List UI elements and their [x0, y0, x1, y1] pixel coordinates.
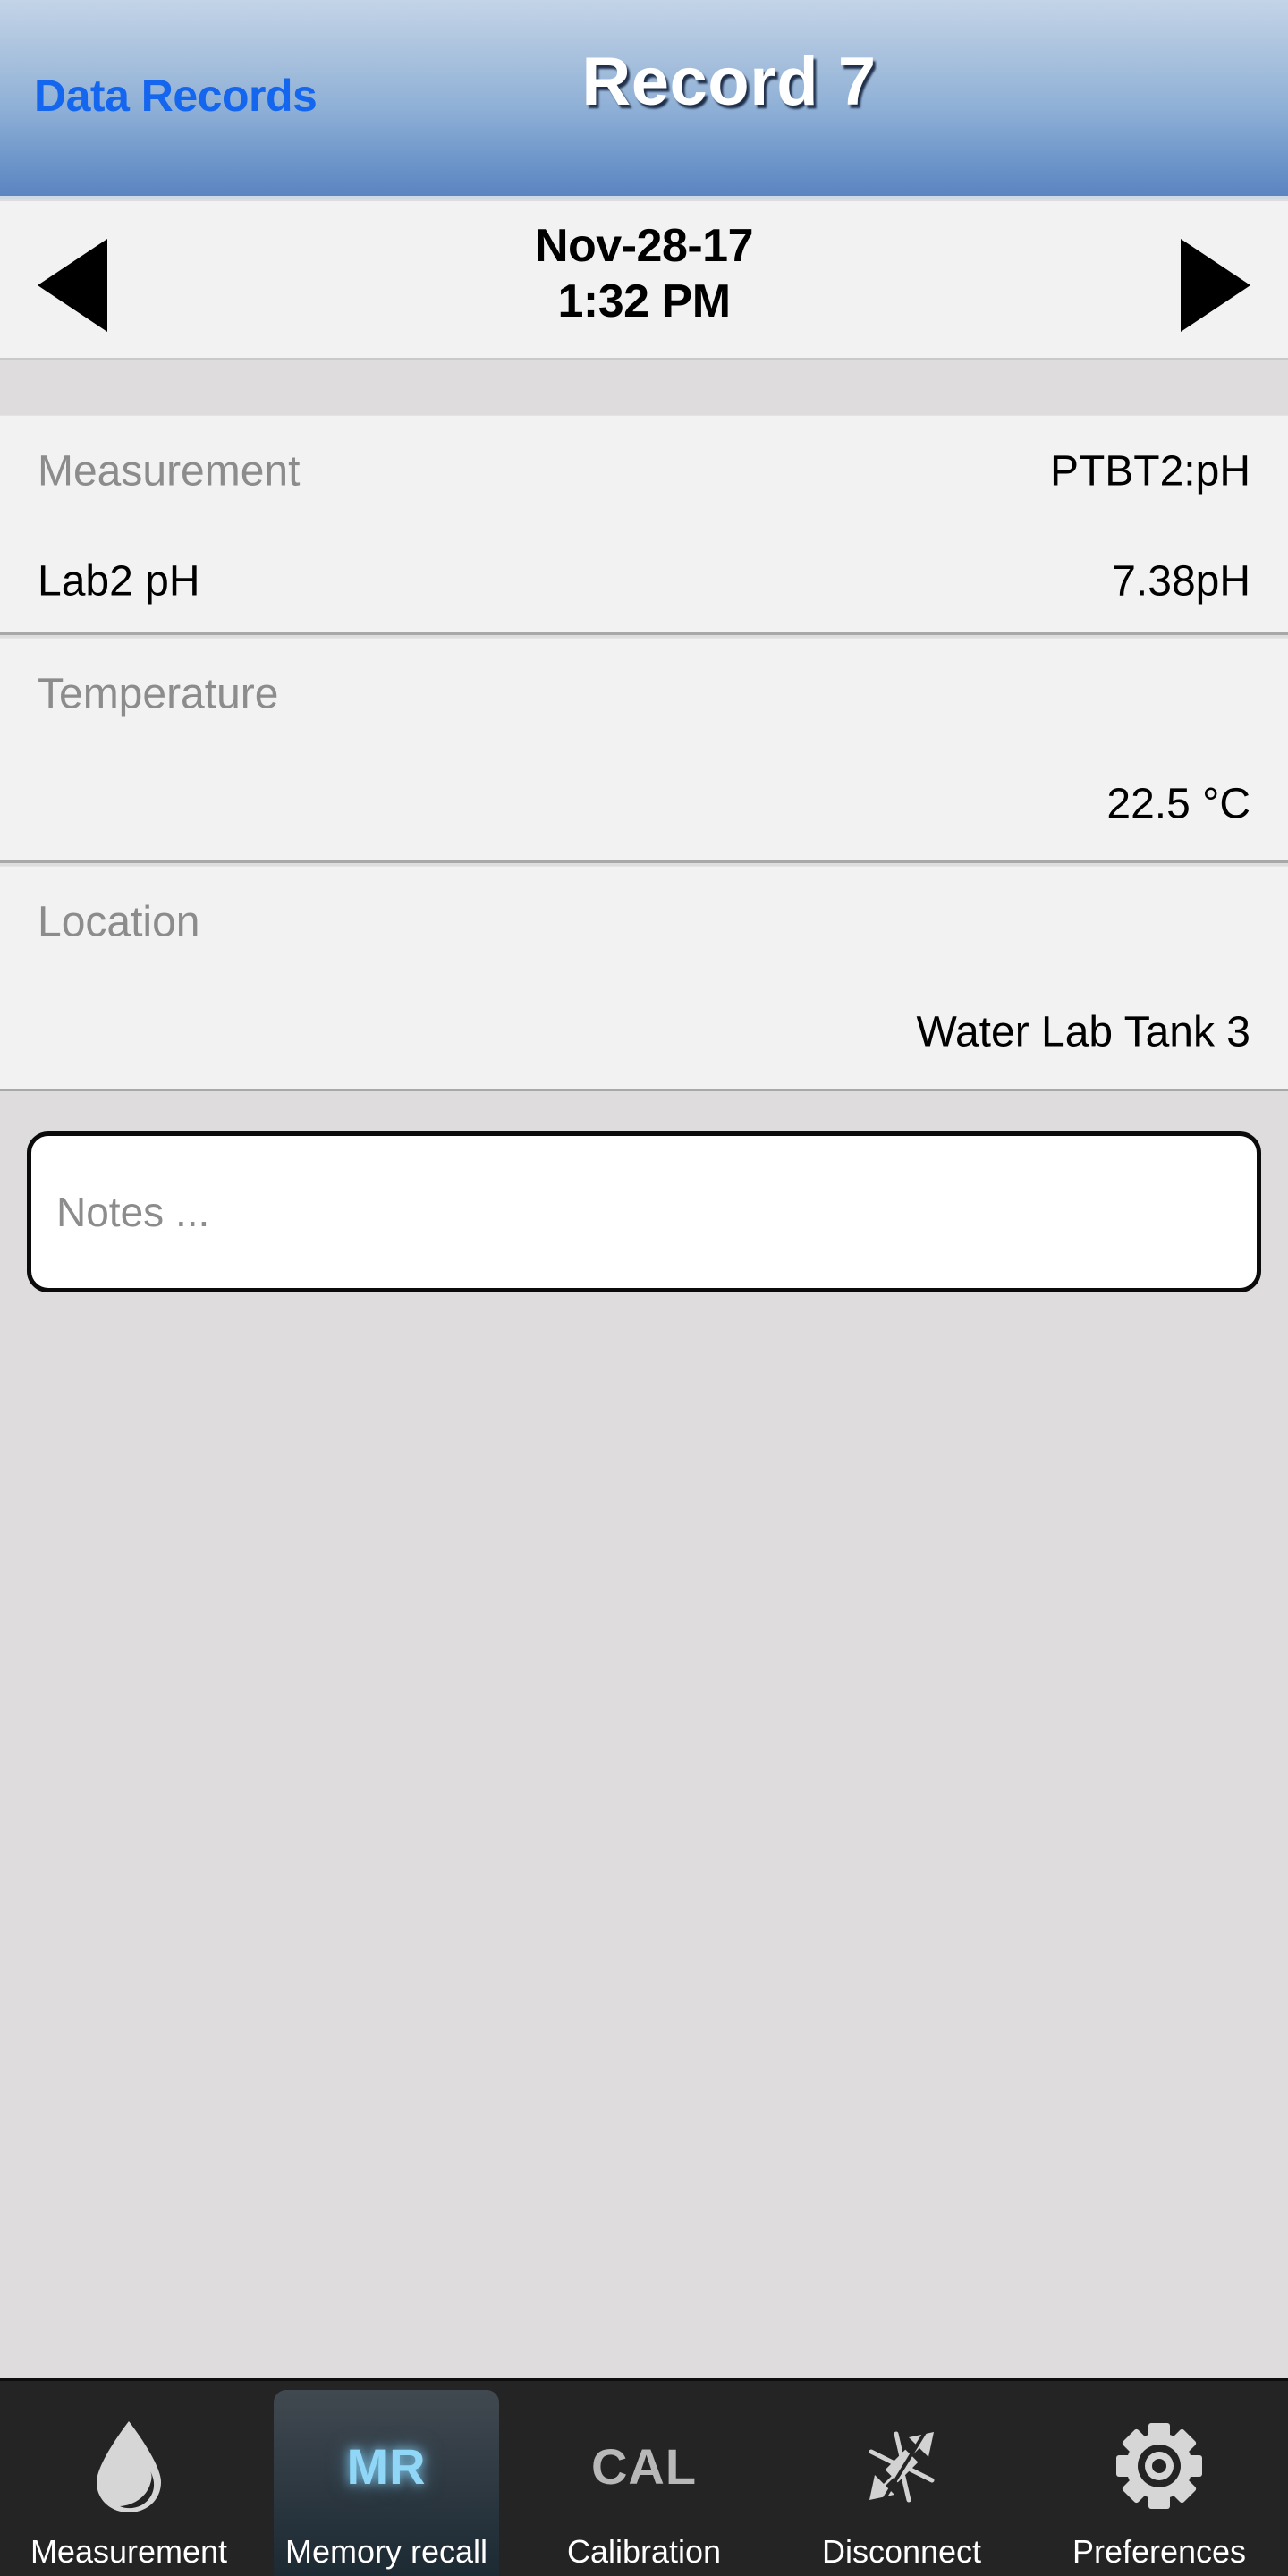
section-temperature: Temperature 22.5 °C	[0, 638, 1288, 863]
section-gap-band	[0, 360, 1288, 415]
next-record-button[interactable]	[1181, 239, 1250, 332]
row-value-lab2-ph: 7.38pH	[1112, 557, 1250, 605]
row-value-location: Water Lab Tank 3	[916, 1008, 1250, 1055]
notes-field-wrapper: Notes ...	[27, 1131, 1261, 1292]
section-location: Location Water Lab Tank 3	[0, 866, 1288, 1091]
notes-placeholder: Notes ...	[56, 1189, 210, 1235]
tab-calibration[interactable]: CAL Calibration	[515, 2381, 773, 2576]
mr-icon-label: MR	[346, 2437, 427, 2495]
table-row: Water Lab Tank 3	[0, 977, 1288, 1087]
tab-measurement[interactable]: Measurement	[0, 2381, 258, 2576]
water-droplet-icon	[88, 2417, 170, 2515]
tab-label-memory-recall: Memory recall	[284, 2533, 488, 2570]
table-row: Lab2 pH 7.38pH	[0, 526, 1288, 636]
bluetooth-disconnect-icon	[853, 2417, 950, 2515]
tab-disconnect[interactable]: Disconnect	[773, 2381, 1030, 2576]
record-date: Nov-28-17	[534, 220, 754, 272]
record-timestamp: Nov-28-17 1:32 PM	[0, 219, 1288, 330]
page-title: Record 7	[581, 44, 877, 120]
notes-input[interactable]: Notes ...	[27, 1131, 1261, 1292]
row-label-temperature: Temperature	[38, 670, 279, 717]
gear-icon	[1113, 2417, 1206, 2515]
row-label-measurement: Measurement	[38, 447, 301, 495]
bottom-tab-bar: Measurement MR Memory recall CAL Calibra…	[0, 2378, 1288, 2576]
table-row: Location	[0, 867, 1288, 977]
tab-memory-recall[interactable]: MR Memory recall	[258, 2381, 515, 2576]
tab-label-preferences: Preferences	[1072, 2533, 1247, 2570]
content-filler	[0, 1292, 1288, 2378]
record-time: 1:32 PM	[557, 275, 731, 327]
tab-label-measurement: Measurement	[30, 2533, 228, 2570]
navigation-bar: Data Records Record 7	[0, 0, 1288, 199]
row-label-location: Location	[38, 898, 200, 945]
table-row: Measurement PTBT2:pH	[0, 416, 1288, 526]
table-row: Temperature	[0, 639, 1288, 749]
record-stepper-bar: Nov-28-17 1:32 PM	[0, 201, 1288, 360]
tab-label-disconnect: Disconnect	[821, 2533, 982, 2570]
section-measurement: Measurement PTBT2:pH Lab2 pH 7.38pH	[0, 415, 1288, 635]
tab-preferences[interactable]: Preferences	[1030, 2381, 1288, 2576]
row-value-measurement: PTBT2:pH	[1049, 447, 1250, 495]
tab-label-calibration: Calibration	[566, 2533, 722, 2570]
cal-icon-label: CAL	[590, 2437, 698, 2495]
row-label-lab2-ph: Lab2 pH	[38, 557, 200, 605]
mr-text-icon: MR	[346, 2417, 426, 2515]
row-value-temperature: 22.5 °C	[1106, 780, 1250, 827]
table-row: 22.5 °C	[0, 749, 1288, 859]
cal-text-icon: CAL	[591, 2417, 697, 2515]
